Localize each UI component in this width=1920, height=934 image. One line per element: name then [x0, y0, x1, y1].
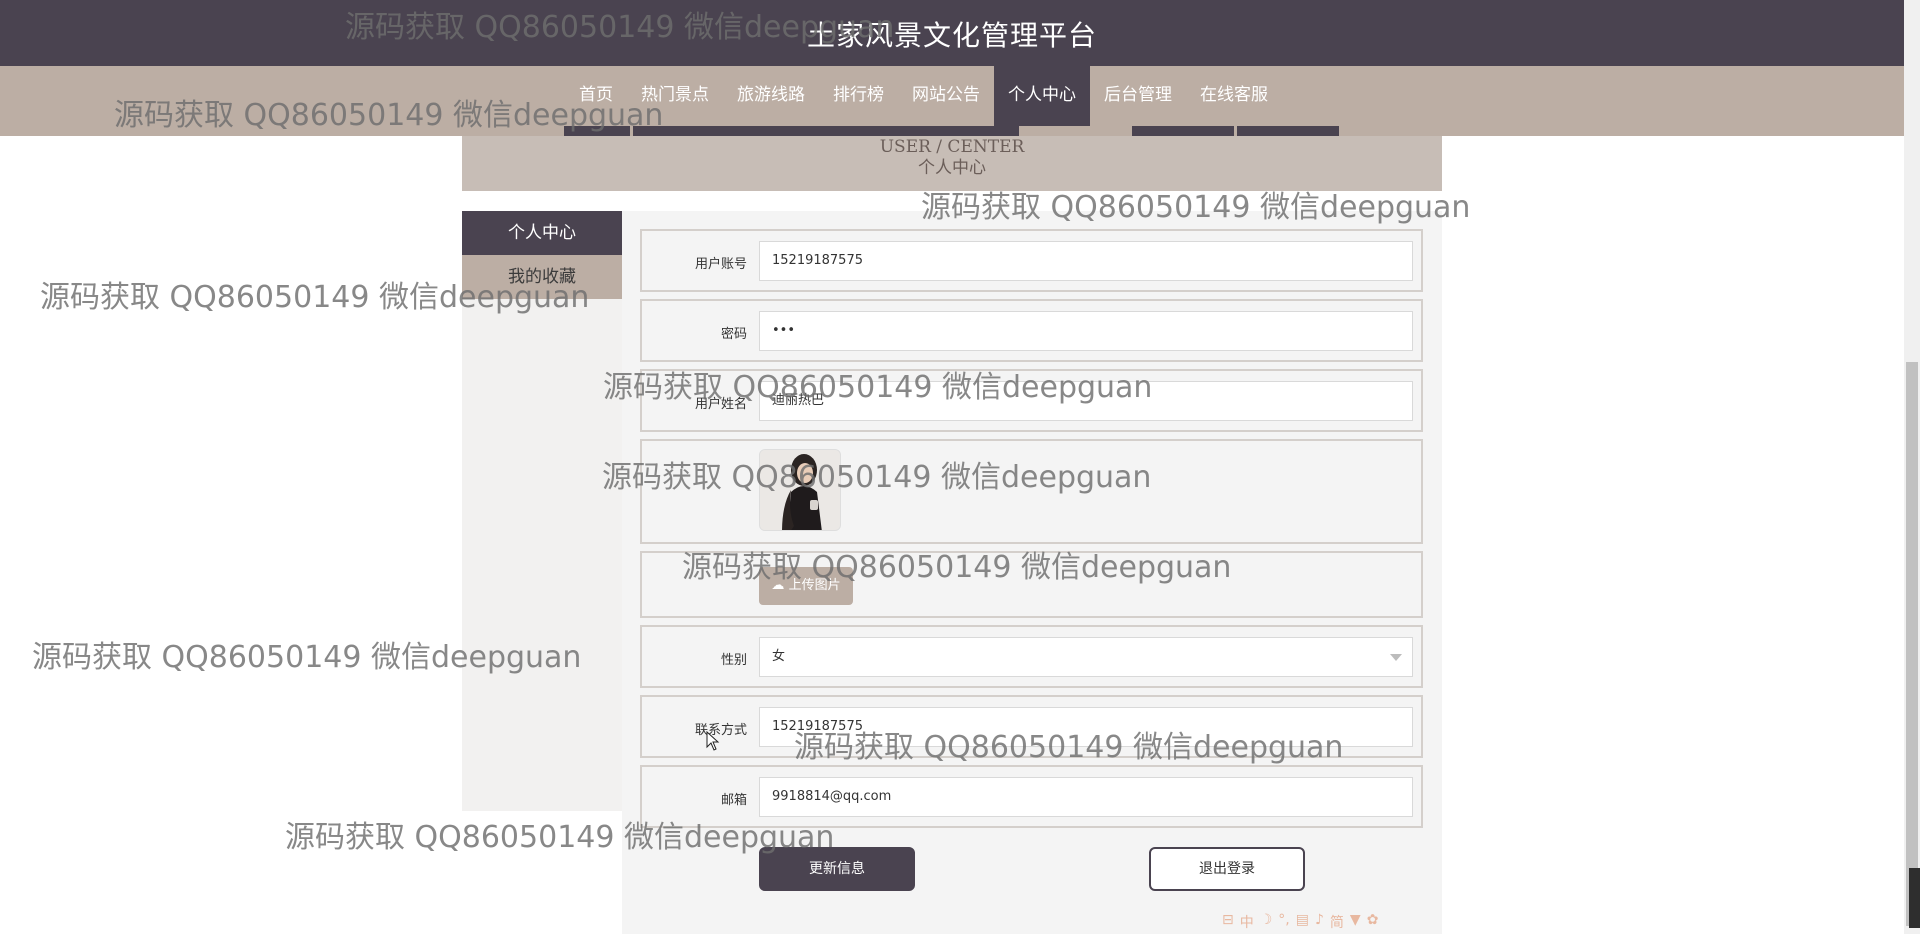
sidebar [462, 211, 622, 811]
page: 土家风景文化管理平台 首页 热门景点 旅游线路 排行榜 网站公告 个人中心 后台… [0, 0, 1920, 934]
ime-chinese-label[interactable]: 中 [1240, 912, 1254, 932]
nav-home[interactable]: 首页 [565, 66, 627, 126]
password-label: 密码 [720, 327, 747, 342]
mouse-pointer-icon [706, 731, 720, 751]
account-label: 用户账号 [694, 257, 747, 272]
cloud-upload-icon: ☁ [771, 578, 785, 593]
upload-button-label: 上传图片 [788, 578, 841, 593]
account-input[interactable]: 15219187575 [759, 241, 1413, 281]
form-row-password: 密码 ••• [640, 299, 1423, 362]
name-input[interactable]: 迪丽热巴 [759, 381, 1413, 421]
keyboard-icon[interactable]: ▤ [1296, 912, 1309, 932]
sidebar-item-user-center[interactable]: 个人中心 [462, 211, 622, 255]
nav-admin[interactable]: 后台管理 [1090, 66, 1186, 126]
logout-button[interactable]: 退出登录 [1149, 847, 1305, 891]
nav-travel-routes[interactable]: 旅游线路 [723, 66, 819, 126]
ime-logo-icon[interactable]: ⊟ [1222, 912, 1234, 932]
form-row-name: 用户姓名 迪丽热巴 [640, 369, 1423, 432]
name-label: 用户姓名 [694, 397, 747, 412]
update-info-button[interactable]: 更新信息 [759, 847, 915, 891]
form-row-avatar [640, 439, 1423, 544]
main-nav: 首页 热门景点 旅游线路 排行榜 网站公告 个人中心 后台管理 在线客服 [565, 66, 1282, 126]
ime-simplified-label[interactable]: 简 [1330, 912, 1344, 932]
phone-input[interactable]: 15219187575 [759, 707, 1413, 747]
email-input[interactable]: 9918814@qq.com [759, 777, 1413, 817]
avatar [759, 449, 841, 531]
site-title: 土家风景文化管理平台 [806, 19, 1097, 52]
form-row-account: 用户账号 15219187575 [640, 229, 1423, 292]
gender-select[interactable]: 女 [759, 637, 1413, 677]
top-header: 土家风景文化管理平台 [0, 0, 1904, 66]
form-row-gender: 性别 女 [640, 625, 1423, 688]
gender-value: 女 [772, 649, 786, 664]
form-row-upload: ☁ 上传图片 [640, 551, 1423, 618]
moon-icon[interactable]: ☽ [1260, 912, 1273, 932]
gender-label: 性别 [720, 653, 747, 668]
scrollbar-thumb[interactable] [1906, 362, 1918, 926]
page-scrollbar[interactable] [1904, 0, 1920, 934]
banner-title-cn: 个人中心 [918, 158, 986, 178]
settings-icon[interactable]: ✿ [1367, 912, 1379, 932]
form-row-phone: 联系方式 15219187575 [640, 695, 1423, 758]
upload-image-button[interactable]: ☁ 上传图片 [759, 567, 853, 605]
mic-icon[interactable]: ♪ [1315, 912, 1324, 932]
page-banner: USER / CENTER 个人中心 [462, 136, 1442, 191]
form-row-email: 邮箱 9918814@qq.com [640, 765, 1423, 828]
ime-toolbar: ⊟ 中 ☽ °, ▤ ♪ 简 ▼ ✿ [1222, 912, 1378, 932]
nav-user-center[interactable]: 个人中心 [994, 66, 1090, 126]
scrollbar-grip[interactable] [1909, 868, 1920, 928]
nav-hot-spots[interactable]: 热门景点 [627, 66, 723, 126]
phone-label: 联系方式 [694, 723, 747, 738]
sidebar-item-favorites[interactable]: 我的收藏 [462, 255, 622, 299]
nav-underline-bars [564, 126, 1340, 136]
nav-ranking[interactable]: 排行榜 [819, 66, 898, 126]
password-input[interactable]: ••• [759, 311, 1413, 351]
skin-icon[interactable]: ▼ [1350, 912, 1361, 932]
email-label: 邮箱 [720, 793, 747, 808]
punctuation-icon[interactable]: °, [1278, 912, 1289, 932]
nav-online-service[interactable]: 在线客服 [1186, 66, 1282, 126]
nav-announcements[interactable]: 网站公告 [898, 66, 994, 126]
banner-title-en: USER / CENTER [879, 137, 1025, 157]
chevron-down-icon [1390, 654, 1402, 661]
